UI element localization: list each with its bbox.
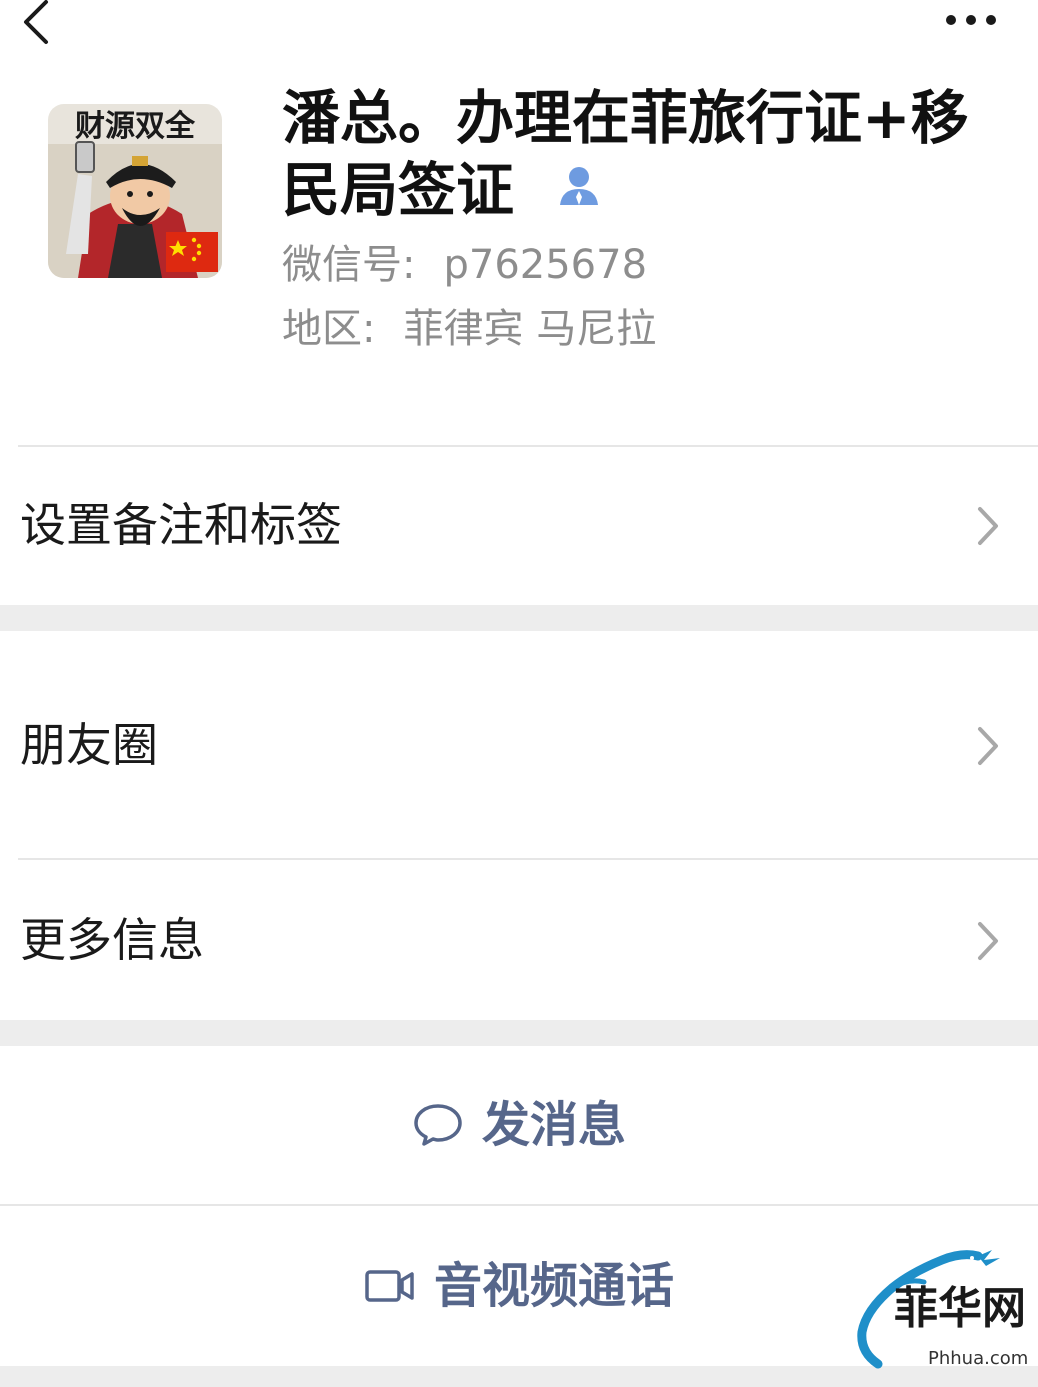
more-info-row[interactable]: 更多信息 <box>0 860 1038 1020</box>
send-message-button[interactable]: 发消息 <box>0 1046 1038 1204</box>
watermark-text: 菲华网 <box>894 1283 1026 1334</box>
wechat-id-value: p7625678 <box>443 242 648 288</box>
section-gap <box>0 1020 1038 1046</box>
top-bar <box>0 0 1038 60</box>
region: 地区: 菲律宾 马尼拉 <box>282 302 656 356</box>
svg-text:财源双全: 财源双全 <box>75 109 196 144</box>
region-value: 菲律宾 马尼拉 <box>403 306 657 352</box>
wechat-id: 微信号: p7625678 <box>282 238 647 292</box>
remark-and-tags-row[interactable]: 设置备注和标签 <box>0 447 1038 605</box>
region-label: 地区: <box>282 306 376 352</box>
remark-and-tags-label: 设置备注和标签 <box>20 498 342 552</box>
profile-name: 潘总。办理在菲旅行证+移民局签证 <box>282 82 1002 226</box>
avatar-image: 财源双全 <box>48 104 222 278</box>
watermark-url: Phhua.com <box>928 1348 1029 1369</box>
chevron-right-icon <box>978 922 998 960</box>
avatar[interactable]: 财源双全 <box>48 104 222 278</box>
wechat-id-label: 微信号: <box>282 242 416 288</box>
profile-name-text: 潘总。办理在菲旅行证+移民局签证 <box>282 84 969 224</box>
moments-label: 朋友圈 <box>20 718 158 772</box>
audio-video-call-label: 音视频通话 <box>433 1258 674 1314</box>
chevron-right-icon <box>978 507 998 545</box>
contact-person-icon <box>560 166 599 205</box>
watermark: 菲华网 Phhua.com <box>852 1248 1032 1378</box>
section-gap <box>0 605 1038 631</box>
more-dots-icon[interactable] <box>940 8 1002 32</box>
chat-bubble-icon <box>414 1104 462 1146</box>
more-info-label: 更多信息 <box>20 913 204 967</box>
back-arrow-icon[interactable] <box>14 0 58 50</box>
chevron-right-icon <box>978 727 998 765</box>
profile-page: 财源双全 潘总。办理在菲旅行证+移民局签证 微信号: p7625678 地区: … <box>0 0 1038 1387</box>
send-message-content: 发消息 <box>0 1093 1038 1157</box>
moments-row[interactable]: 朋友圈 <box>0 631 1038 859</box>
send-message-label: 发消息 <box>481 1097 626 1153</box>
video-camera-icon <box>365 1270 414 1302</box>
